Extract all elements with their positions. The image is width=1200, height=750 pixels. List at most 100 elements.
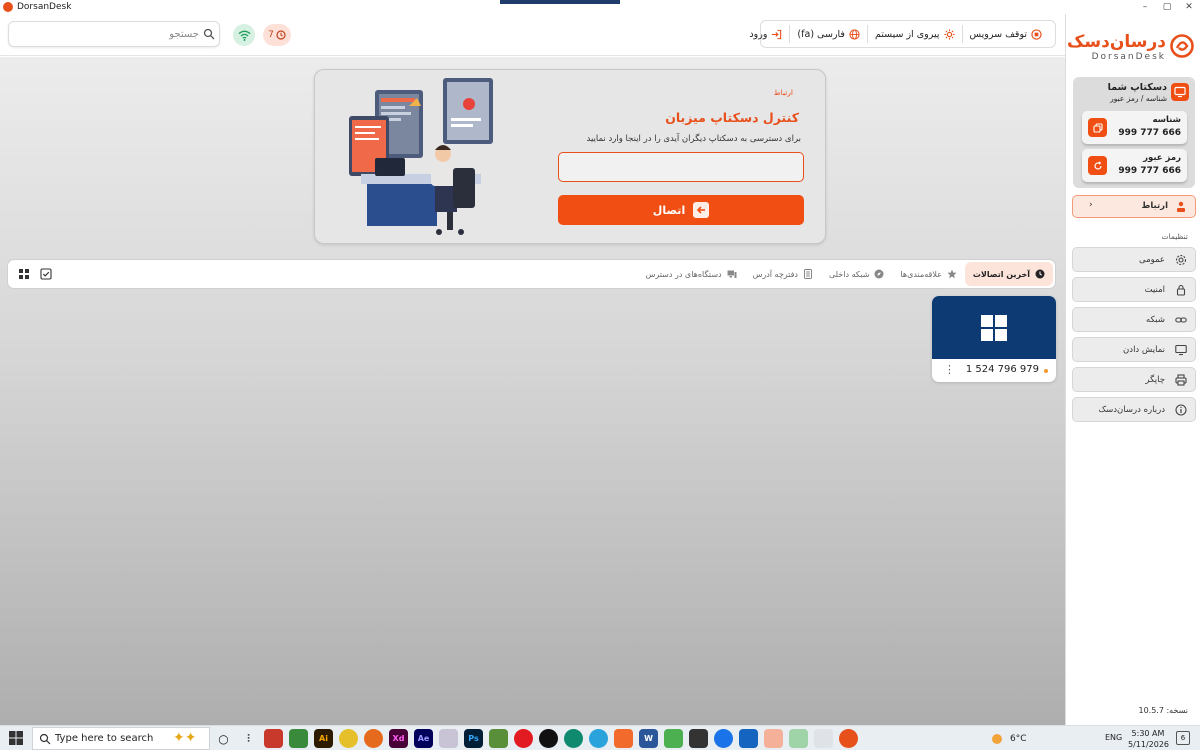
gear-icon <box>1175 254 1187 266</box>
telegram-icon[interactable] <box>589 729 608 748</box>
stop-service-button[interactable]: توقف سرویس <box>961 25 1050 43</box>
sidebar-item-label: عمومی <box>1138 255 1165 265</box>
recent-device-card[interactable]: 1 524 796 979 ⋮ <box>932 296 1056 382</box>
clock[interactable]: 5:30 AM 5/11/2026 <box>1128 728 1169 750</box>
refresh-password-button[interactable] <box>1088 156 1107 175</box>
system-tray: 6°C <box>990 726 1027 750</box>
id-value: 999 777 666 <box>1118 128 1181 138</box>
search-input[interactable] <box>15 25 199 43</box>
devices-icon <box>727 270 737 278</box>
sidebar-item-about[interactable]: درباره درسان‌دسک <box>1072 397 1196 422</box>
tab-favorites[interactable]: علاقه‌مندی‌ها <box>892 262 964 286</box>
widgets-icon[interactable]: ⫶ <box>239 729 258 748</box>
app-icon[interactable] <box>789 729 808 748</box>
copy-id-button[interactable] <box>1088 118 1107 137</box>
app-icon[interactable] <box>264 729 283 748</box>
opera-icon[interactable] <box>514 729 533 748</box>
tab-label: دستگاه‌های در دسترس <box>645 269 722 279</box>
app-icon[interactable] <box>539 729 558 748</box>
sidebar-item-label: شبکه <box>1146 315 1165 325</box>
follow-system-label: پیروی از سیستم <box>874 28 940 40</box>
app-icon[interactable] <box>764 729 783 748</box>
printer-icon <box>1175 374 1187 386</box>
tab-list: آخرین اتصالات علاقه‌مندی‌ها شبکه داخلی د… <box>638 262 1053 286</box>
task-view-icon[interactable]: ○ <box>214 729 233 748</box>
app-icon[interactable] <box>664 729 683 748</box>
sidebar-item-display[interactable]: نمایش دادن <box>1072 337 1196 362</box>
close-button[interactable]: ✕ <box>1178 0 1200 14</box>
connection-status-button[interactable] <box>233 24 255 46</box>
stop-circle-icon <box>1031 28 1042 40</box>
tab-address-book[interactable]: دفترچه آدرس <box>745 262 821 286</box>
taskbar-notification-count: 6 <box>1180 734 1186 742</box>
dorsandesk-taskbar-icon[interactable] <box>839 729 858 748</box>
copy-icon <box>1092 122 1103 133</box>
refresh-icon <box>1093 160 1102 170</box>
app-icon[interactable] <box>439 729 458 748</box>
input-language[interactable]: ENG <box>1105 733 1122 742</box>
device-card-footer: 1 524 796 979 ⋮ <box>932 359 1056 382</box>
after-effects-icon[interactable]: Ae <box>414 729 433 748</box>
remote-id-input[interactable] <box>558 152 804 182</box>
password-label: رمز عبور <box>1143 153 1181 163</box>
my-id-card: شناسه 999 777 666 <box>1082 111 1187 144</box>
xd-icon[interactable]: Xd <box>389 729 408 748</box>
app-icon[interactable] <box>489 729 508 748</box>
theme-follow-system-button[interactable]: پیروی از سیستم <box>866 25 962 43</box>
sidebar-item-security[interactable]: امنیت <box>1072 277 1196 302</box>
sidebar-item-network[interactable]: شبکه <box>1072 307 1196 332</box>
arrow-left-icon <box>693 202 710 218</box>
weather-icon <box>992 733 1002 744</box>
top-actions-bar: توقف سرویس پیروی از سیستم فارسی (fa) ورو… <box>749 20 1056 48</box>
notification-count: 7 <box>268 30 274 40</box>
app-icon[interactable] <box>739 729 758 748</box>
sidebar-item-general[interactable]: عمومی <box>1072 247 1196 272</box>
app-icon[interactable] <box>814 729 833 748</box>
photoshop-icon[interactable]: Ps <box>464 729 483 748</box>
chevron-right-icon: › <box>1089 200 1093 210</box>
app-icon[interactable] <box>289 729 308 748</box>
brand-logo: درسان‌دسک DorsanDesk <box>1067 32 1196 64</box>
app-icon[interactable] <box>689 729 708 748</box>
sparkle-icon: ✦✦ <box>173 730 197 746</box>
illustrator-icon[interactable]: Ai <box>314 729 333 748</box>
notifications-button[interactable]: 7 <box>263 24 291 46</box>
select-checkbox-icon[interactable] <box>40 268 52 280</box>
connect-label: اتصال <box>652 203 686 217</box>
sidebar-item-label: امنیت <box>1144 285 1165 295</box>
sidebar-item-connect[interactable]: ارتباط › <box>1072 195 1196 218</box>
sidebar-item-label: ارتباط <box>1141 201 1169 211</box>
windows-start-icon[interactable] <box>9 731 23 745</box>
app-icon[interactable] <box>714 729 733 748</box>
grid-view-icon[interactable] <box>18 268 30 280</box>
notification-center-icon[interactable]: 6 <box>1176 731 1190 745</box>
minimize-button[interactable]: – <box>1134 0 1156 14</box>
taskbar-search[interactable]: Type here to search ✦✦ <box>32 727 210 750</box>
edge-icon[interactable] <box>564 729 583 748</box>
word-icon[interactable]: W <box>639 729 658 748</box>
app-icon[interactable] <box>614 729 633 748</box>
login-button[interactable]: ورود <box>742 25 789 43</box>
lock-icon <box>1176 284 1186 296</box>
network-icon <box>1177 201 1185 212</box>
sidebar-item-label: نمایش دادن <box>1123 345 1165 355</box>
wifi-icon <box>238 30 250 41</box>
connect-button[interactable]: اتصال <box>558 195 804 225</box>
my-password-card: رمز عبور 999 777 666 <box>1082 149 1187 182</box>
firefox-icon[interactable] <box>364 729 383 748</box>
tab-label: دفترچه آدرس <box>752 269 798 279</box>
login-icon <box>772 29 782 39</box>
settings-heading: تنظیمات <box>1161 232 1188 241</box>
maximize-button[interactable]: ▢ <box>1156 0 1178 14</box>
chrome-icon[interactable] <box>339 729 358 748</box>
more-options-icon[interactable]: ⋮ <box>944 363 955 376</box>
remote-desktop-illustration <box>349 78 493 235</box>
tab-local-network[interactable]: شبکه داخلی <box>821 262 892 286</box>
language-button[interactable]: فارسی (fa) <box>789 25 867 43</box>
search-icon <box>39 733 51 745</box>
connect-panel: ارتباط کنترل دسکتاپ میزبان برای دسترسی ب… <box>314 69 826 244</box>
top-accent-bar <box>500 0 620 4</box>
sidebar-item-printer[interactable]: چاپگر <box>1072 367 1196 392</box>
tab-recent-connections[interactable]: آخرین اتصالات <box>964 262 1053 286</box>
tab-accessible-devices[interactable]: دستگاه‌های در دسترس <box>638 262 745 286</box>
